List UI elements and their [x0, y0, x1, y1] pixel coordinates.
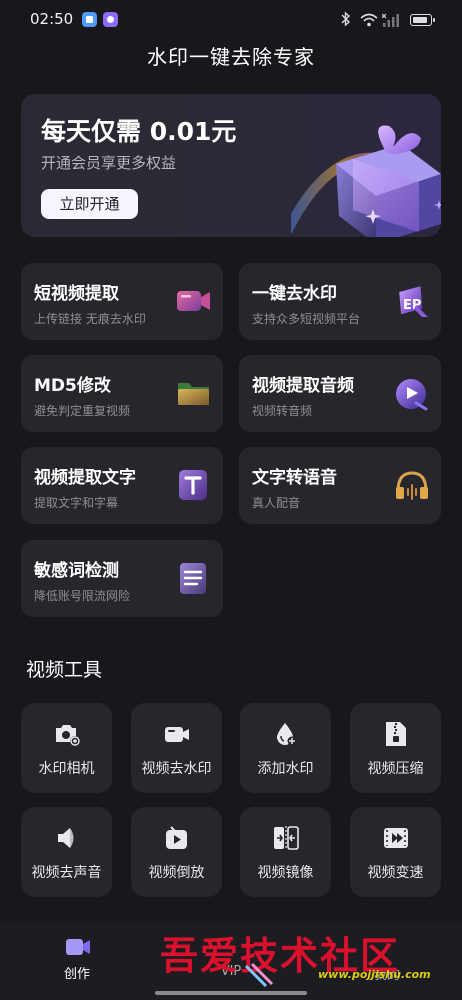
tool-video-remove-watermark[interactable]: 视频去水印: [131, 703, 222, 793]
tool-label: 水印相机: [38, 761, 95, 777]
tool-label: 视频压缩: [367, 761, 424, 777]
tool-label: 视频去声音: [31, 865, 102, 881]
signal-icon: [381, 12, 400, 31]
tool-video-mute[interactable]: 视频去声音: [21, 807, 112, 897]
text-t-icon: [176, 469, 210, 501]
battery-icon: [410, 14, 435, 26]
video-camera-icon: [176, 285, 210, 317]
tool-label: 视频倒放: [148, 865, 205, 881]
camera-plus-icon: [54, 721, 80, 747]
feature-card-text-to-speech[interactable]: 文字转语音 真人配音: [239, 447, 441, 524]
nav-label-create: 创作: [63, 967, 90, 982]
status-time: 02:50: [30, 10, 74, 28]
music-note-icon: [394, 377, 428, 411]
tool-label: 视频去水印: [141, 761, 212, 777]
banner-subtitle: 开通会员享更多权益: [41, 154, 177, 172]
tool-video-speed[interactable]: 视频变速: [350, 807, 441, 897]
feature-title: 一键去水印: [252, 284, 337, 304]
feature-subtitle: 视频转音频: [252, 404, 313, 418]
feature-card-one-click-remove[interactable]: 一键去水印 支持众多短视频平台 EP: [239, 263, 441, 340]
mirror-icon: [273, 825, 299, 851]
tool-add-watermark[interactable]: 添加水印: [240, 703, 331, 793]
tools-section-title: 视频工具: [26, 659, 103, 681]
speaker-mute-icon: [54, 825, 80, 851]
feature-title: 文字转语音: [252, 468, 337, 488]
rewind-play-icon: [164, 825, 190, 851]
tool-label: 视频镜像: [257, 865, 314, 881]
feature-subtitle: 避免判定重复视频: [34, 404, 131, 418]
feature-subtitle: 上传链接 无痕去水印: [34, 312, 146, 326]
page-title: 水印一键去除专家: [147, 45, 315, 69]
app-notification-icon-purple: [103, 12, 118, 27]
tool-watermark-camera[interactable]: 水印相机: [21, 703, 112, 793]
vip-banner[interactable]: 每天仅需 0.01元 开通会员享更多权益 立即开通: [21, 94, 441, 237]
status-bar: 02:50: [0, 0, 462, 40]
droplet-icon: [273, 721, 299, 747]
tool-label: 视频变速: [367, 865, 424, 881]
activate-button[interactable]: 立即开通: [41, 189, 138, 219]
feature-subtitle: 支持众多短视频平台: [252, 312, 361, 326]
feature-subtitle: 提取文字和字幕: [34, 496, 119, 510]
document-lines-icon: [176, 562, 210, 594]
feature-subtitle: 降低账号限流网险: [34, 589, 131, 603]
tool-video-mirror[interactable]: 视频镜像: [240, 807, 331, 897]
tool-label: 添加水印: [257, 761, 314, 777]
nav-item-create[interactable]: 创作: [35, 931, 119, 991]
feature-card-sensitive-words[interactable]: 敏感词检测 降低账号限流网险: [21, 540, 223, 617]
zip-file-icon: [383, 721, 409, 747]
film-speed-icon: [383, 825, 409, 851]
video-icon: [164, 721, 190, 747]
gift-box-icon: [278, 104, 441, 237]
feature-title: MD5修改: [34, 376, 111, 396]
tool-video-reverse[interactable]: 视频倒放: [131, 807, 222, 897]
bluetooth-icon: [341, 11, 351, 31]
feature-card-extract-audio[interactable]: 视频提取音频 视频转音频: [239, 355, 441, 432]
feature-title: 敏感词检测: [34, 561, 119, 581]
feature-card-extract-text[interactable]: 视频提取文字 提取文字和字幕: [21, 447, 223, 524]
banner-title: 每天仅需 0.01元: [41, 117, 237, 146]
app-notification-icon-blue: [82, 12, 97, 27]
tool-video-compress[interactable]: 视频压缩: [350, 703, 441, 793]
feature-subtitle: 真人配音: [252, 496, 301, 510]
folder-icon: [176, 377, 210, 409]
feature-card-short-video-extract[interactable]: 短视频提取 上传链接 无痕去水印: [21, 263, 223, 340]
feature-title: 视频提取音频: [252, 376, 354, 396]
wifi-icon: [360, 12, 378, 31]
home-indicator[interactable]: [155, 991, 307, 995]
eraser-icon: EP: [394, 285, 428, 317]
feature-title: 短视频提取: [34, 284, 119, 304]
feature-title: 视频提取文字: [34, 468, 136, 488]
feature-card-md5-modify[interactable]: MD5修改 避免判定重复视频: [21, 355, 223, 432]
pen-icon: [244, 962, 274, 994]
headphones-icon: [394, 469, 428, 501]
video-camera-nav-icon: [65, 935, 91, 963]
site-watermark-url: www.pojjishu.com: [318, 968, 431, 981]
